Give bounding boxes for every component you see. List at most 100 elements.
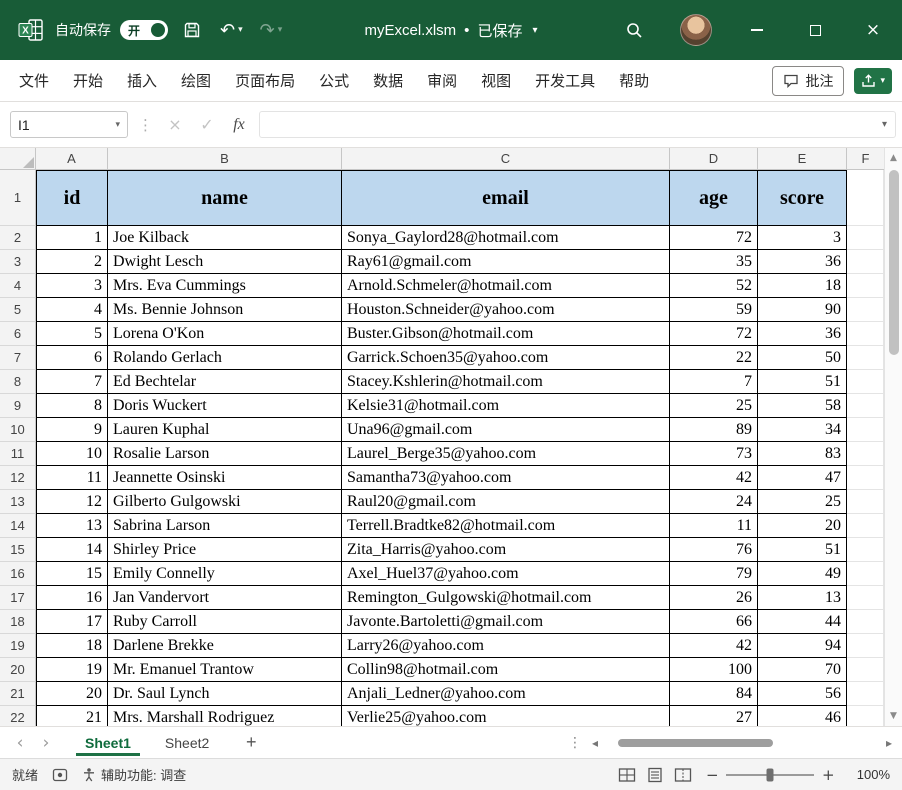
ribbon-tab-2[interactable]: 插入 — [116, 63, 168, 98]
empty-cell[interactable] — [847, 322, 884, 346]
document-title[interactable]: myExcel.xlsm • 已保存 ▾ — [365, 20, 538, 41]
ribbon-tab-0[interactable]: 文件 — [8, 63, 60, 98]
row-header-8[interactable]: 8 — [0, 370, 36, 394]
undo-button[interactable]: ↶ ▾ — [216, 13, 247, 47]
macro-record-button[interactable] — [52, 768, 68, 782]
cell[interactable]: Terrell.Bradtke82@hotmail.com — [342, 514, 670, 538]
cell[interactable]: 11 — [36, 466, 108, 490]
cell[interactable]: Emily Connelly — [108, 562, 342, 586]
row-header-16[interactable]: 16 — [0, 562, 36, 586]
row-header-7[interactable]: 7 — [0, 346, 36, 370]
sheetbar-more-icon[interactable]: ⋮ — [560, 735, 590, 751]
cell[interactable]: 44 — [758, 610, 847, 634]
cell[interactable]: 20 — [758, 514, 847, 538]
ribbon-tab-10[interactable]: 帮助 — [608, 63, 660, 98]
row-header-2[interactable]: 2 — [0, 226, 36, 250]
cell[interactable]: 18 — [758, 274, 847, 298]
empty-cell[interactable] — [847, 442, 884, 466]
ribbon-tab-1[interactable]: 开始 — [62, 63, 114, 98]
cell[interactable]: Javonte.Bartoletti@gmail.com — [342, 610, 670, 634]
cell[interactable]: 76 — [670, 538, 758, 562]
cell[interactable]: Verlie25@yahoo.com — [342, 706, 670, 726]
cell[interactable]: Stacey.Kshlerin@hotmail.com — [342, 370, 670, 394]
row-header-12[interactable]: 12 — [0, 466, 36, 490]
cell[interactable]: 10 — [36, 442, 108, 466]
row-header-1[interactable]: 1 — [0, 170, 36, 226]
comments-button[interactable]: 批注 — [772, 65, 845, 96]
cell[interactable]: 7 — [670, 370, 758, 394]
cell[interactable]: Doris Wuckert — [108, 394, 342, 418]
cell[interactable]: 56 — [758, 682, 847, 706]
row-header-5[interactable]: 5 — [0, 298, 36, 322]
zoom-slider[interactable] — [726, 768, 814, 781]
column-header-F[interactable]: F — [847, 148, 884, 170]
empty-cell[interactable] — [847, 274, 884, 298]
cell[interactable]: Una96@gmail.com — [342, 418, 670, 442]
empty-cell[interactable] — [847, 346, 884, 370]
cell[interactable]: 18 — [36, 634, 108, 658]
cell[interactable]: 94 — [758, 634, 847, 658]
cell[interactable]: Raul20@gmail.com — [342, 490, 670, 514]
zoom-out-button[interactable]: − — [706, 766, 719, 784]
cell[interactable]: Lorena O'Kon — [108, 322, 342, 346]
column-header-C[interactable]: C — [342, 148, 670, 170]
cell[interactable]: 72 — [670, 322, 758, 346]
cell[interactable]: Arnold.Schmeler@hotmail.com — [342, 274, 670, 298]
accessibility-status[interactable]: 辅助功能: 调查 — [82, 765, 186, 784]
cell[interactable]: Kelsie31@hotmail.com — [342, 394, 670, 418]
cell[interactable]: Joe Kilback — [108, 226, 342, 250]
formula-input[interactable]: ▾ — [259, 111, 896, 138]
row-header-4[interactable]: 4 — [0, 274, 36, 298]
cell[interactable]: Darlene Brekke — [108, 634, 342, 658]
cell[interactable]: 49 — [758, 562, 847, 586]
ribbon-tab-9[interactable]: 开发工具 — [524, 63, 606, 98]
excel-logo-icon[interactable]: X — [16, 17, 46, 43]
cell[interactable]: 16 — [36, 586, 108, 610]
cell[interactable]: 51 — [758, 370, 847, 394]
cell[interactable]: Buster.Gibson@hotmail.com — [342, 322, 670, 346]
ribbon-tab-5[interactable]: 公式 — [308, 63, 360, 98]
cell[interactable]: 17 — [36, 610, 108, 634]
scroll-down-icon[interactable]: ▼ — [890, 710, 897, 722]
row-header-20[interactable]: 20 — [0, 658, 36, 682]
insert-function-button[interactable]: fx — [227, 116, 251, 134]
cell[interactable]: 36 — [758, 322, 847, 346]
cell[interactable]: 27 — [670, 706, 758, 726]
row-header-15[interactable]: 15 — [0, 538, 36, 562]
cell[interactable]: Mrs. Marshall Rodriguez — [108, 706, 342, 726]
sheet-tab-sheet2[interactable]: Sheet2 — [148, 727, 226, 758]
cell[interactable]: 72 — [670, 226, 758, 250]
redo-button[interactable]: ↷ ▾ — [256, 13, 287, 47]
autosave-toggle[interactable]: 开 — [120, 20, 168, 40]
cell[interactable]: 24 — [670, 490, 758, 514]
cell[interactable]: 79 — [670, 562, 758, 586]
ribbon-tab-4[interactable]: 页面布局 — [224, 63, 306, 98]
page-layout-view-icon[interactable] — [646, 767, 664, 783]
row-header-14[interactable]: 14 — [0, 514, 36, 538]
cell[interactable]: 4 — [36, 298, 108, 322]
cell[interactable]: 14 — [36, 538, 108, 562]
avatar[interactable] — [680, 14, 712, 46]
cell[interactable]: Anjali_Ledner@yahoo.com — [342, 682, 670, 706]
cell[interactable]: 11 — [670, 514, 758, 538]
ribbon-tab-3[interactable]: 绘图 — [170, 63, 222, 98]
cell[interactable]: 73 — [670, 442, 758, 466]
empty-cell[interactable] — [847, 682, 884, 706]
cell[interactable]: 5 — [36, 322, 108, 346]
column-header-E[interactable]: E — [758, 148, 847, 170]
cell[interactable]: 3 — [758, 226, 847, 250]
empty-cell[interactable] — [847, 226, 884, 250]
header-cell-age[interactable]: age — [670, 170, 758, 226]
cell[interactable]: Mrs. Eva Cummings — [108, 274, 342, 298]
cell[interactable]: 36 — [758, 250, 847, 274]
cell[interactable]: 100 — [670, 658, 758, 682]
close-button[interactable]: × — [844, 0, 902, 60]
horizontal-scrollbar-thumb[interactable] — [618, 738, 774, 747]
cell[interactable]: Garrick.Schoen35@yahoo.com — [342, 346, 670, 370]
cell[interactable]: Rolando Gerlach — [108, 346, 342, 370]
formula-bar-grip-icon[interactable]: ⋮ — [136, 116, 155, 134]
search-button[interactable] — [614, 13, 654, 47]
cell[interactable]: 2 — [36, 250, 108, 274]
cell[interactable]: 6 — [36, 346, 108, 370]
ribbon-tab-7[interactable]: 审阅 — [416, 63, 468, 98]
